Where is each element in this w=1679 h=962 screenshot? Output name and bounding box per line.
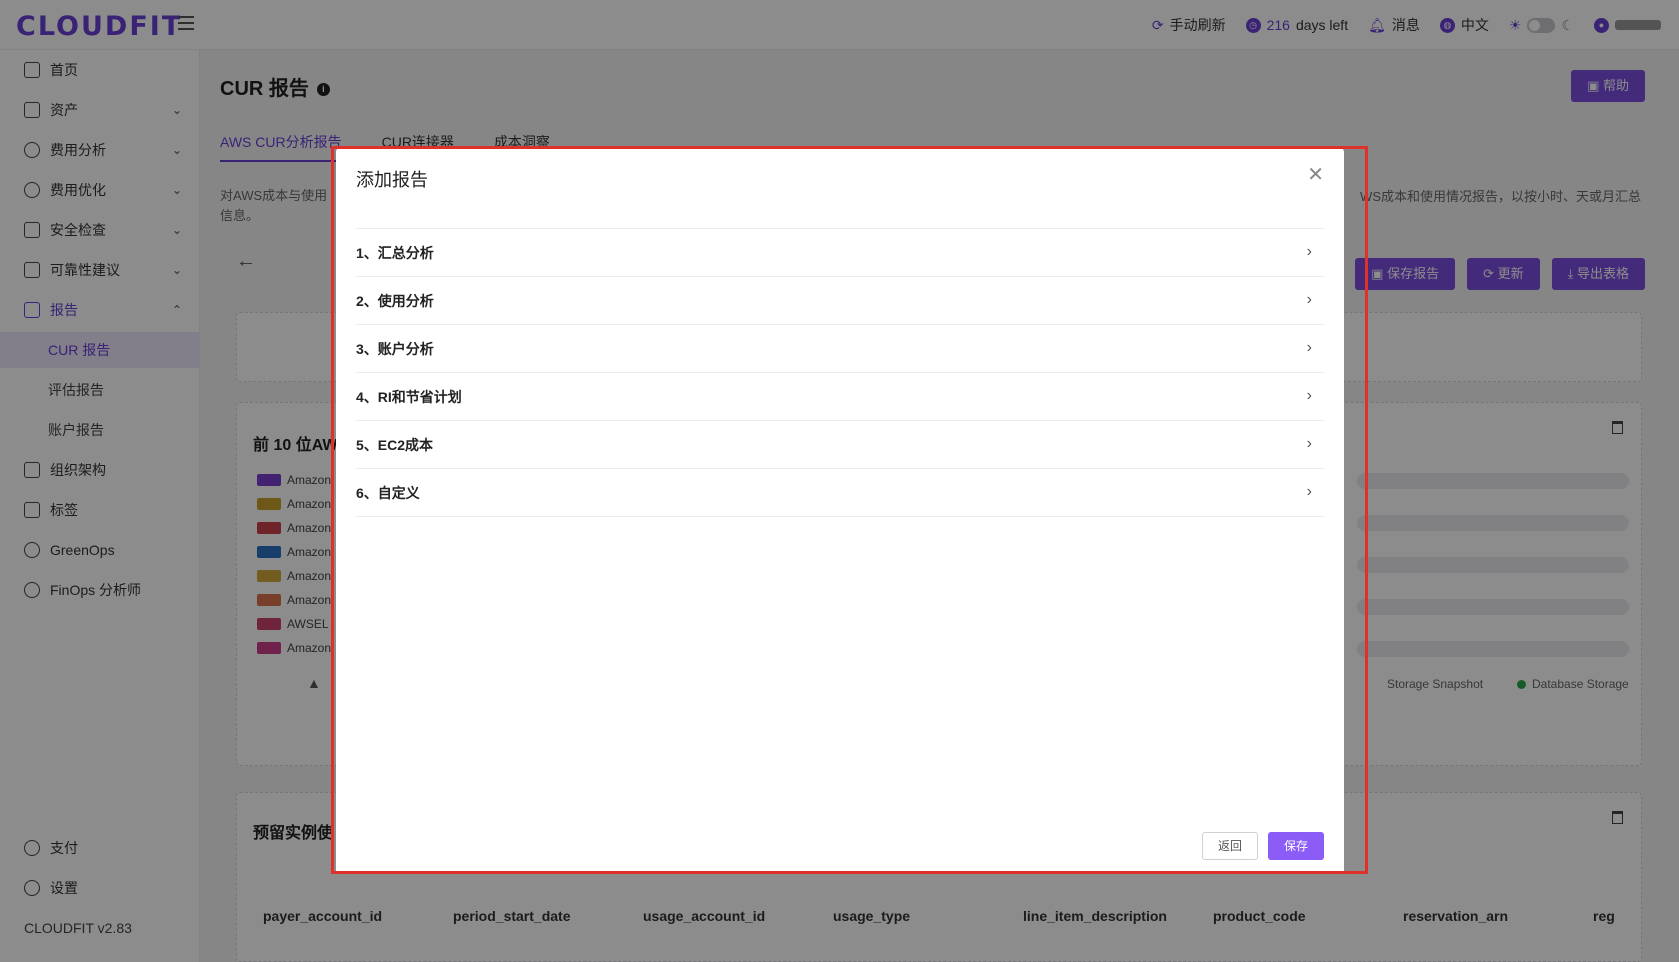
chevron-right-icon: › [1306, 339, 1312, 356]
chevron-right-icon: › [1306, 387, 1312, 404]
close-icon[interactable]: ✕ [1307, 164, 1324, 186]
option-label: 5、EC2成本 [356, 436, 434, 453]
add-report-modal: 添加报告 ✕ 1、汇总分析 › 2、使用分析 › 3、账户分析 › 4、RI和节省计划… [336, 148, 1344, 874]
report-option-ec2-cost[interactable]: 5、EC2成本 › [356, 421, 1324, 469]
option-label: 1、汇总分析 [356, 244, 434, 261]
chevron-right-icon: › [1306, 291, 1312, 308]
report-option-summary[interactable]: 1、汇总分析 › [356, 229, 1324, 277]
option-label: 3、账户分析 [356, 340, 434, 357]
report-option-custom[interactable]: 6、自定义 › [356, 469, 1324, 517]
modal-title: 添加报告 [356, 170, 428, 190]
back-button[interactable]: 返回 [1202, 832, 1258, 860]
report-type-list: 1、汇总分析 › 2、使用分析 › 3、账户分析 › 4、RI和节省计划 › 5、EC2… [356, 228, 1324, 517]
option-label: 6、自定义 [356, 484, 420, 501]
save-button[interactable]: 保存 [1268, 832, 1324, 860]
chevron-right-icon: › [1306, 243, 1312, 260]
option-label: 2、使用分析 [356, 292, 434, 309]
report-option-ri-savings[interactable]: 4、RI和节省计划 › [356, 373, 1324, 421]
option-label: 4、RI和节省计划 [356, 388, 462, 405]
report-option-usage[interactable]: 2、使用分析 › [356, 277, 1324, 325]
chevron-right-icon: › [1306, 435, 1312, 452]
report-option-account[interactable]: 3、账户分析 › [356, 325, 1324, 373]
chevron-right-icon: › [1306, 483, 1312, 500]
